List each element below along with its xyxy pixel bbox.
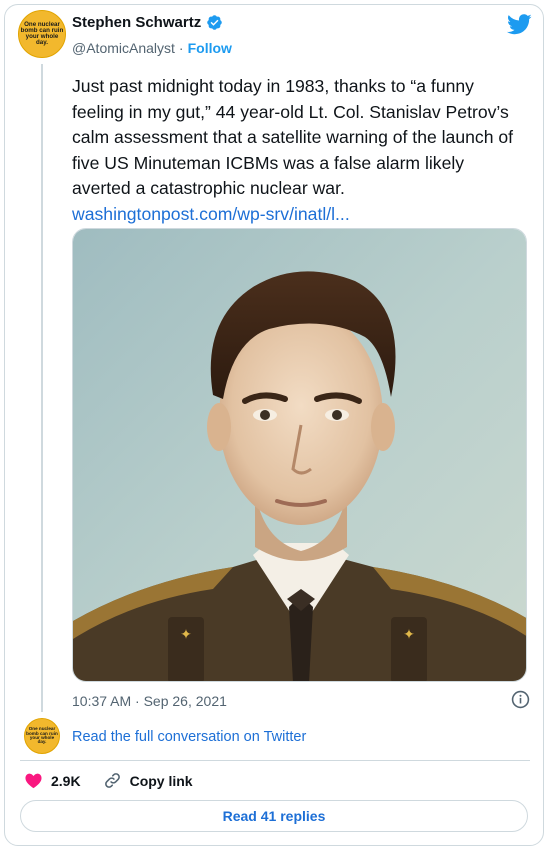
author-avatar[interactable]: One nuclear bomb can ruin your whole day… <box>18 10 66 58</box>
separator-dot: · <box>178 40 184 56</box>
reply-avatar[interactable]: One nuclear bomb can ruin your whole day… <box>24 718 60 754</box>
svg-text:✦: ✦ <box>403 627 415 643</box>
portrait-image: ✦ ✦ <box>73 229 526 681</box>
read-replies-label: Read 41 replies <box>222 808 326 824</box>
tweet-timestamp[interactable]: 10:37 AM · Sep 26, 2021 <box>72 693 227 709</box>
read-replies-button[interactable]: Read 41 replies <box>20 800 528 832</box>
tweet-text: Just past midnight today in 1983, thanks… <box>72 76 514 198</box>
author-name[interactable]: Stephen Schwartz <box>72 14 201 31</box>
action-bar: 2.9K Copy link <box>24 771 193 790</box>
author-handle[interactable]: @AtomicAnalyst <box>72 40 175 56</box>
author-handle-row: @AtomicAnalyst · Follow <box>72 40 232 56</box>
tweet-link[interactable]: washingtonpost.com/wp-srv/inatl/l... <box>72 202 526 228</box>
like-count[interactable]: 2.9K <box>51 773 81 789</box>
verified-badge-icon <box>207 15 222 30</box>
tweet-text-block: Just past midnight today in 1983, thanks… <box>72 74 526 227</box>
tweet-photo[interactable]: ✦ ✦ <box>72 228 527 682</box>
copy-link-label: Copy link <box>129 772 193 789</box>
link-icon <box>104 773 120 788</box>
twitter-bird-icon[interactable] <box>507 14 532 35</box>
thread-line <box>41 64 43 712</box>
heart-icon[interactable] <box>24 771 43 790</box>
info-icon[interactable] <box>511 690 530 709</box>
read-conversation-link[interactable]: Read the full conversation on Twitter <box>72 729 306 745</box>
follow-link[interactable]: Follow <box>188 40 232 56</box>
divider <box>20 760 530 761</box>
author-name-row: Stephen Schwartz <box>72 14 223 31</box>
copy-link-button[interactable]: Copy link <box>103 771 193 790</box>
svg-text:✦: ✦ <box>180 627 192 643</box>
